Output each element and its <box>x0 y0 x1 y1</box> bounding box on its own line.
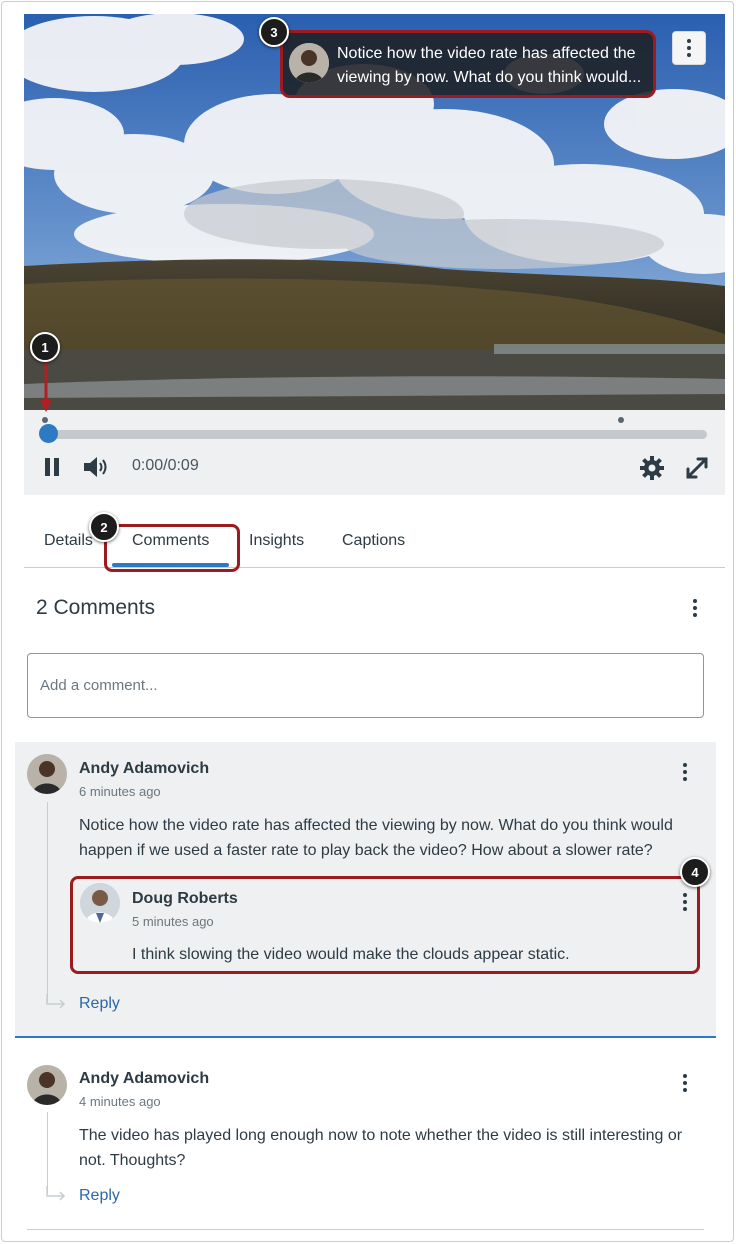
comment-marker[interactable] <box>42 417 48 423</box>
comment-timestamp: 6 minutes ago <box>79 784 161 799</box>
add-comment-input[interactable] <box>27 653 704 718</box>
avatar <box>27 754 67 794</box>
time-display: 0:00/0:09 <box>132 457 199 474</box>
comment-timestamp: 4 minutes ago <box>79 1094 161 1109</box>
volume-button[interactable] <box>82 454 110 480</box>
tab-details[interactable]: Details <box>44 532 93 550</box>
comment-text: Notice how the video rate has affected t… <box>79 813 673 863</box>
progress-handle[interactable] <box>39 424 58 443</box>
progress-bar[interactable] <box>48 430 707 439</box>
tooltip-text: Notice how the video rate has affected t… <box>337 42 649 90</box>
media-page: Notice how the video rate has affected t… <box>1 1 734 1242</box>
comment-text-line: not. Thoughts? <box>79 1152 186 1169</box>
tab-captions[interactable]: Captions <box>342 532 405 550</box>
comments-menu-icon[interactable] <box>685 596 705 620</box>
gear-icon <box>640 456 664 480</box>
comment-menu-icon[interactable] <box>675 760 695 784</box>
reply-arrow-icon <box>46 1186 66 1201</box>
callout-badge: 4 <box>680 857 710 887</box>
reply-link[interactable]: Reply <box>79 1187 120 1205</box>
comment-text: The video has played long enough now to … <box>79 1123 682 1173</box>
comment-text-line: The video has played long enough now to … <box>79 1127 683 1144</box>
callout-arrow <box>40 360 52 412</box>
comment-menu-icon[interactable] <box>675 1071 695 1095</box>
video-controls: 0:00/0:09 <box>24 410 725 495</box>
divider <box>27 1229 704 1230</box>
volume-icon <box>84 457 107 477</box>
reply-link[interactable]: Reply <box>79 995 120 1013</box>
reply-arrow-icon <box>46 994 66 1009</box>
comments-count: 2 Comments <box>36 596 156 619</box>
pause-button[interactable] <box>42 456 62 478</box>
highlight-box <box>70 876 700 974</box>
callout-badge: 1 <box>30 332 60 362</box>
fullscreen-icon <box>686 457 708 479</box>
kebab-menu-icon <box>679 36 699 60</box>
callout-badge: 3 <box>259 17 289 47</box>
comment-tooltip[interactable]: Notice how the video rate has affected t… <box>280 30 656 98</box>
pause-icon <box>45 458 59 476</box>
highlight-box <box>104 524 240 572</box>
comment-text-line: happen if we used a faster rate to play … <box>79 842 653 859</box>
comment-author: Andy Adamovich <box>79 760 210 777</box>
tab-insights[interactable]: Insights <box>249 532 304 550</box>
video-menu-button[interactable] <box>672 31 706 65</box>
thread-line <box>47 1112 48 1194</box>
thread-line <box>47 802 48 1002</box>
callout-badge: 2 <box>89 512 119 542</box>
fullscreen-button[interactable] <box>683 454 711 482</box>
comment-author: Andy Adamovich <box>79 1070 210 1087</box>
comment-marker[interactable] <box>618 417 624 423</box>
tooltip-line: Notice how the video rate has affected t… <box>337 45 636 62</box>
comment-text-line: Notice how the video rate has affected t… <box>79 817 673 834</box>
avatar <box>289 43 329 83</box>
avatar <box>27 1065 67 1105</box>
tooltip-line: viewing by now. What do you think would.… <box>337 69 642 86</box>
settings-button[interactable] <box>638 454 666 482</box>
